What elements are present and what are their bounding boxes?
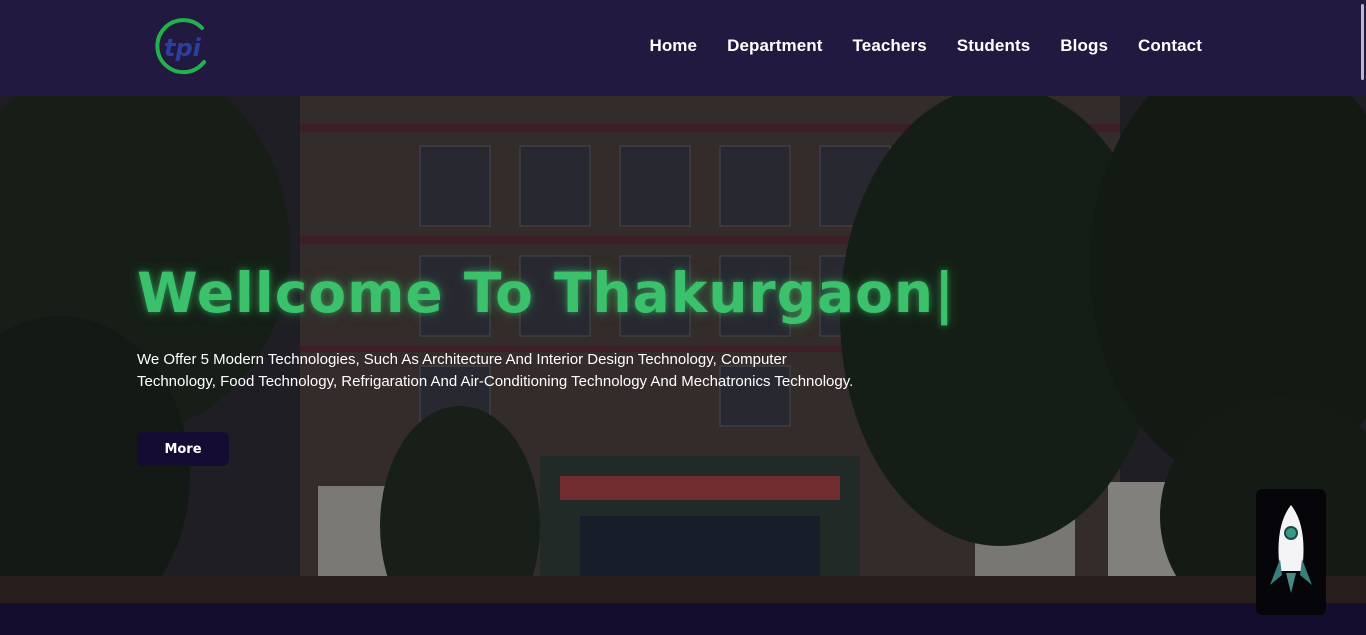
nav-teachers-link[interactable]: Teachers: [853, 36, 927, 56]
nav-students-link[interactable]: Students: [957, 36, 1031, 56]
nav-home-link[interactable]: Home: [649, 36, 697, 56]
tpi-logo[interactable]: tpi: [150, 16, 210, 76]
nav-blogs-link[interactable]: Blogs: [1060, 36, 1108, 56]
hero-section: Wellcome To Thakurgaon| We Offer 5 Moder…: [0, 96, 1366, 603]
top-navbar: tpi Home Department Teachers Students Bl…: [0, 0, 1366, 96]
more-button[interactable]: More: [137, 432, 229, 466]
nav-menu: Home Department Teachers Students Blogs …: [649, 36, 1202, 56]
next-section: [0, 603, 1366, 635]
hero-title: Wellcome To Thakurgaon|: [137, 261, 956, 325]
nav-contact-link[interactable]: Contact: [1138, 36, 1202, 56]
hero-description: We Offer 5 Modern Technologies, Such As …: [137, 351, 854, 390]
scroll-to-top-button[interactable]: [1256, 489, 1326, 615]
nav-department-link[interactable]: Department: [727, 36, 822, 56]
rocket-icon: [1270, 505, 1312, 593]
page-scrollbar[interactable]: [1361, 4, 1364, 80]
svg-text:tpi: tpi: [164, 34, 202, 62]
